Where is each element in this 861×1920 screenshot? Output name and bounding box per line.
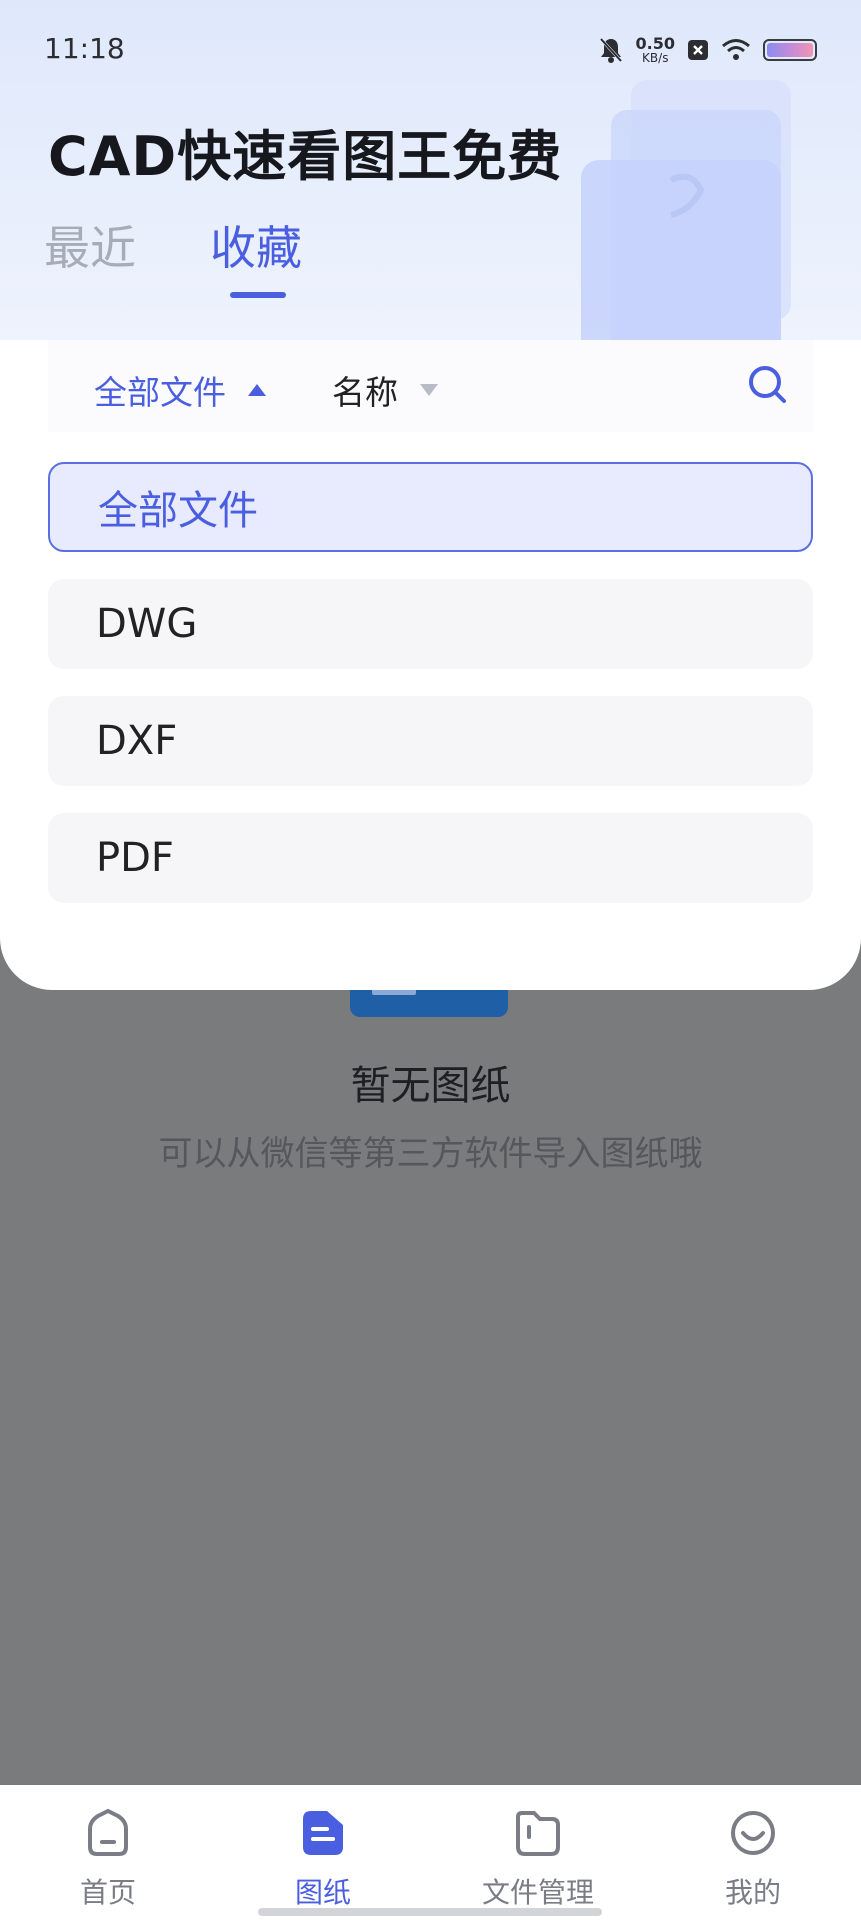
search-button[interactable] bbox=[741, 358, 793, 410]
app-title: CAD快速看图王免费 bbox=[48, 125, 563, 188]
net-speed-unit: KB/s bbox=[642, 51, 669, 65]
folder-icon bbox=[516, 1811, 560, 1856]
nav-home[interactable]: 首页 bbox=[28, 1785, 188, 1920]
status-time: 11:18 bbox=[44, 32, 125, 65]
header: 11:18 0.50 KB/s CAD快速看图王免费 最近 收藏 bbox=[0, 0, 861, 340]
tab-favorites[interactable]: 收藏 bbox=[210, 212, 302, 278]
battery-icon bbox=[763, 39, 817, 61]
nav-file-manager[interactable]: 文件管理 bbox=[458, 1785, 618, 1920]
drawings-icon bbox=[303, 1811, 343, 1855]
nav-profile[interactable]: 我的 bbox=[673, 1785, 833, 1920]
bottom-nav: 首页 图纸 文件管理 我的 bbox=[0, 1785, 861, 1920]
option-all-files[interactable]: 全部文件 bbox=[48, 462, 813, 552]
home-indicator[interactable] bbox=[258, 1908, 602, 1916]
file-type-filter-panel: 全部文件 名称 全部文件 DWG DXF PDF bbox=[0, 340, 861, 990]
empty-state-subtitle: 可以从微信等第三方软件导入图纸哦 bbox=[158, 1134, 703, 1174]
sort-dropdown[interactable]: 名称 bbox=[332, 366, 438, 414]
home-icon bbox=[88, 1808, 128, 1856]
search-icon bbox=[749, 366, 786, 403]
nav-drawings[interactable]: 图纸 bbox=[243, 1785, 403, 1920]
mute-bell-icon bbox=[599, 37, 622, 63]
file-type-dropdown[interactable]: 全部文件 bbox=[94, 366, 266, 414]
net-speed: 0.50 KB/s bbox=[635, 34, 675, 65]
option-dxf[interactable]: DXF bbox=[48, 696, 813, 786]
active-tab-indicator bbox=[230, 292, 286, 298]
no-sim-icon bbox=[688, 40, 708, 60]
tab-recent[interactable]: 最近 bbox=[44, 212, 136, 278]
option-pdf[interactable]: PDF bbox=[48, 813, 813, 903]
app-screen: 11:18 0.50 KB/s CAD快速看图王免费 最近 收藏 暂无图纸 可以… bbox=[0, 0, 861, 1920]
sort-dropdown-label: 名称 bbox=[332, 373, 398, 412]
caret-down-icon bbox=[420, 384, 438, 396]
profile-icon bbox=[731, 1811, 775, 1855]
empty-state-title: 暂无图纸 bbox=[350, 1063, 511, 1109]
folder-illustration-icon bbox=[581, 80, 791, 340]
nav-file-manager-label: 文件管理 bbox=[481, 1876, 594, 1909]
nav-home-label: 首页 bbox=[79, 1876, 136, 1909]
caret-up-icon bbox=[248, 384, 266, 396]
filter-bar: 全部文件 名称 bbox=[48, 340, 813, 432]
status-icons: 0.50 KB/s bbox=[598, 32, 817, 68]
status-bar: 11:18 0.50 KB/s bbox=[0, 0, 861, 100]
wifi-icon bbox=[722, 39, 750, 60]
nav-drawings-label: 图纸 bbox=[294, 1876, 351, 1909]
option-dwg[interactable]: DWG bbox=[48, 579, 813, 669]
nav-profile-label: 我的 bbox=[724, 1876, 781, 1909]
file-type-dropdown-label: 全部文件 bbox=[94, 373, 226, 412]
net-speed-value: 0.50 bbox=[635, 34, 675, 53]
